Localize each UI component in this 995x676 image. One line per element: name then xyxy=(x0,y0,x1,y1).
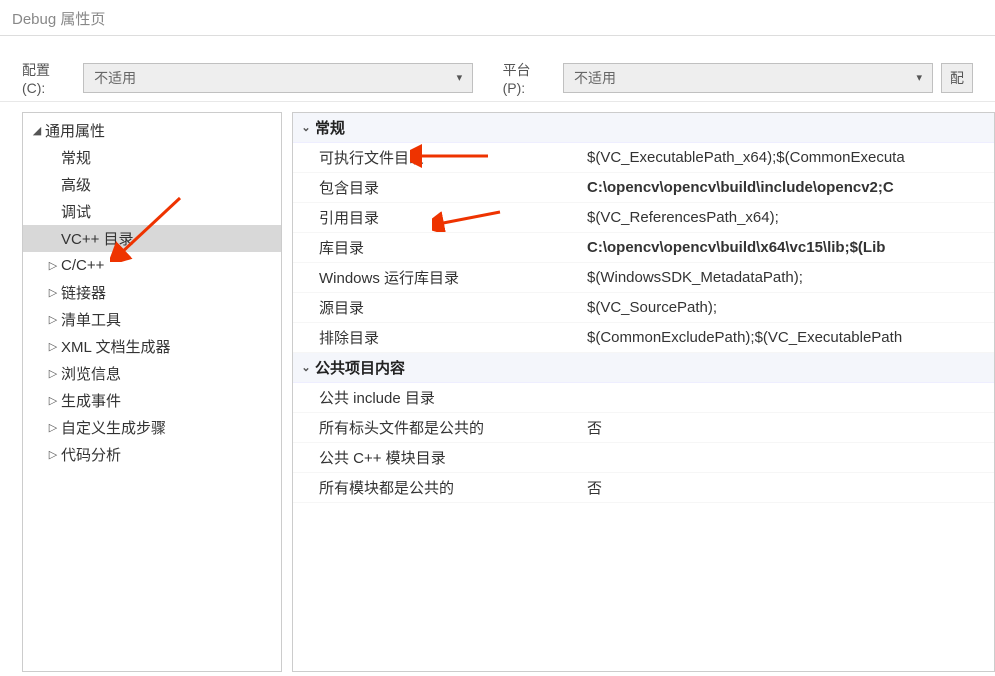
tree-root-label: 通用属性 xyxy=(45,120,105,141)
tree-item[interactable]: 常规 xyxy=(23,144,281,171)
tree-item-label: 调试 xyxy=(61,201,91,222)
prop-key: 所有标头文件都是公共的 xyxy=(293,417,583,438)
prop-value: C:\opencv\opencv\build\x64\vc15\lib;$(Li… xyxy=(583,239,994,256)
tree-item[interactable]: ▷浏览信息 xyxy=(23,360,281,387)
triangle-right-icon[interactable]: ▷ xyxy=(45,421,61,434)
chevron-down-icon: ⌄ xyxy=(297,361,315,374)
property-grid: ⌄常规可执行文件目录$(VC_ExecutablePath_x64);$(Com… xyxy=(292,112,995,672)
tree-item[interactable]: ▷XML 文档生成器 xyxy=(23,333,281,360)
tree-item-label: 生成事件 xyxy=(61,390,121,411)
triangle-right-icon[interactable]: ▷ xyxy=(45,367,61,380)
chevron-down-icon: ▾ xyxy=(457,71,463,84)
tree-item-label: XML 文档生成器 xyxy=(61,336,170,357)
triangle-right-icon[interactable]: ▷ xyxy=(45,286,61,299)
prop-category-label: 公共项目内容 xyxy=(315,357,405,378)
triangle-down-icon: ◢ xyxy=(29,124,45,137)
chevron-down-icon: ⌄ xyxy=(297,121,315,134)
tree-item-label: 代码分析 xyxy=(61,444,121,465)
prop-row[interactable]: 所有模块都是公共的否 xyxy=(293,473,994,503)
prop-key: 源目录 xyxy=(293,297,583,318)
prop-value: $(VC_SourcePath); xyxy=(583,299,994,316)
prop-row[interactable]: 包含目录C:\opencv\opencv\build\include\openc… xyxy=(293,173,994,203)
tree-item-label: 常规 xyxy=(61,147,91,168)
prop-row[interactable]: 排除目录$(CommonExcludePath);$(VC_Executable… xyxy=(293,323,994,353)
prop-key: 包含目录 xyxy=(293,177,583,198)
prop-value: $(WindowsSDK_MetadataPath); xyxy=(583,269,994,286)
tree-item[interactable]: ▷链接器 xyxy=(23,279,281,306)
platform-label: 平台(P): xyxy=(503,60,551,96)
prop-row[interactable]: 所有标头文件都是公共的否 xyxy=(293,413,994,443)
prop-key: 排除目录 xyxy=(293,327,583,348)
triangle-right-icon[interactable]: ▷ xyxy=(45,448,61,461)
prop-row[interactable]: 引用目录$(VC_ReferencesPath_x64); xyxy=(293,203,994,233)
triangle-right-icon[interactable]: ▷ xyxy=(45,340,61,353)
prop-key: 公共 C++ 模块目录 xyxy=(293,447,583,468)
tree-item[interactable]: ▷自定义生成步骤 xyxy=(23,414,281,441)
prop-row[interactable]: 可执行文件目录$(VC_ExecutablePath_x64);$(Common… xyxy=(293,143,994,173)
prop-key: 库目录 xyxy=(293,237,583,258)
config-select[interactable]: 不适用 ▾ xyxy=(83,63,473,93)
tree-item[interactable]: ▷代码分析 xyxy=(23,441,281,468)
prop-value: 否 xyxy=(583,417,994,438)
prop-value: $(CommonExcludePath);$(VC_ExecutablePath xyxy=(583,329,994,346)
config-manager-button[interactable]: 配 xyxy=(941,63,973,93)
tree-item[interactable]: ▷清单工具 xyxy=(23,306,281,333)
triangle-right-icon[interactable]: ▷ xyxy=(45,259,61,272)
prop-value: 否 xyxy=(583,477,994,498)
prop-key: 引用目录 xyxy=(293,207,583,228)
prop-row[interactable]: 公共 include 目录 xyxy=(293,383,994,413)
prop-category-header[interactable]: ⌄公共项目内容 xyxy=(293,353,994,383)
prop-value: $(VC_ReferencesPath_x64); xyxy=(583,209,994,226)
toolbar: 配置(C): 不适用 ▾ 平台(P): 不适用 ▾ 配 xyxy=(0,54,995,102)
prop-value: $(VC_ExecutablePath_x64);$(CommonExecuta xyxy=(583,149,994,166)
nav-tree: ◢ 通用属性 常规高级调试VC++ 目录▷C/C++▷链接器▷清单工具▷XML … xyxy=(22,112,282,672)
prop-key: 公共 include 目录 xyxy=(293,387,583,408)
tree-item[interactable]: 调试 xyxy=(23,198,281,225)
tree-item-label: VC++ 目录 xyxy=(61,228,134,249)
prop-row[interactable]: 公共 C++ 模块目录 xyxy=(293,443,994,473)
prop-category-header[interactable]: ⌄常规 xyxy=(293,113,994,143)
prop-row[interactable]: Windows 运行库目录$(WindowsSDK_MetadataPath); xyxy=(293,263,994,293)
prop-key: Windows 运行库目录 xyxy=(293,267,583,288)
tree-item-label: C/C++ xyxy=(61,257,104,274)
platform-value: 不适用 xyxy=(574,68,616,88)
prop-key: 可执行文件目录 xyxy=(293,147,583,168)
prop-value: C:\opencv\opencv\build\include\opencv2;C xyxy=(583,179,994,196)
prop-row[interactable]: 库目录C:\opencv\opencv\build\x64\vc15\lib;$… xyxy=(293,233,994,263)
prop-category-label: 常规 xyxy=(315,117,345,138)
platform-select[interactable]: 不适用 ▾ xyxy=(563,63,933,93)
tree-item-label: 链接器 xyxy=(61,282,106,303)
tree-item[interactable]: ▷生成事件 xyxy=(23,387,281,414)
tree-item[interactable]: 高级 xyxy=(23,171,281,198)
tree-root[interactable]: ◢ 通用属性 xyxy=(23,117,281,144)
prop-row[interactable]: 源目录$(VC_SourcePath); xyxy=(293,293,994,323)
tree-item-label: 清单工具 xyxy=(61,309,121,330)
config-label: 配置(C): xyxy=(22,60,71,96)
tree-item-label: 高级 xyxy=(61,174,91,195)
chevron-down-icon: ▾ xyxy=(916,71,922,84)
tree-item[interactable]: VC++ 目录 xyxy=(23,225,281,252)
window-title: Debug 属性页 xyxy=(0,0,995,36)
config-value: 不适用 xyxy=(94,68,136,88)
tree-item-label: 浏览信息 xyxy=(61,363,121,384)
tree-item[interactable]: ▷C/C++ xyxy=(23,252,281,279)
triangle-right-icon[interactable]: ▷ xyxy=(45,313,61,326)
triangle-right-icon[interactable]: ▷ xyxy=(45,394,61,407)
prop-key: 所有模块都是公共的 xyxy=(293,477,583,498)
tree-item-label: 自定义生成步骤 xyxy=(61,417,166,438)
